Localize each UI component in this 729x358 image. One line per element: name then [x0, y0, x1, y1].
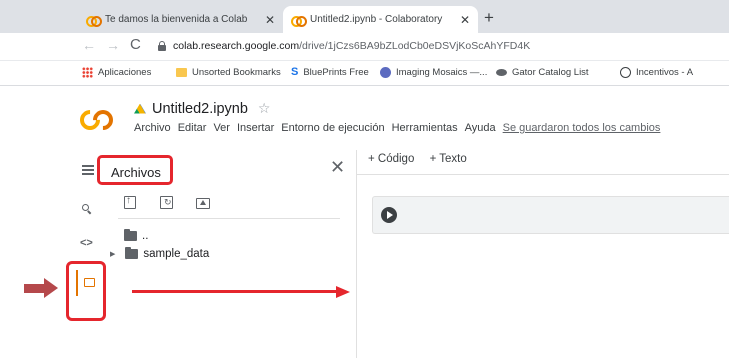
- saved-status-link[interactable]: Se guardaron todos los cambios: [503, 122, 661, 134]
- folder-icon: [176, 68, 187, 77]
- highlight-box-files-title: [97, 155, 173, 185]
- add-cell-toolbar: + Código + Texto: [368, 153, 479, 165]
- menu-ayuda[interactable]: Ayuda: [465, 122, 496, 134]
- table-of-contents-icon[interactable]: [82, 165, 94, 175]
- lock-icon[interactable]: [158, 41, 166, 51]
- tab-title: Te damos la bienvenida a Colab: [105, 14, 248, 25]
- new-tab-button[interactable]: +: [484, 9, 494, 26]
- bookmark-label: Imaging Mosaics —...: [396, 67, 488, 78]
- upload-file-icon[interactable]: [124, 195, 136, 209]
- parent-directory-row[interactable]: ..: [124, 229, 149, 242]
- browser-tab-strip: Te damos la bienvenida a Colab ✕ Untitle…: [0, 0, 729, 33]
- run-cell-button[interactable]: [381, 207, 397, 223]
- colab-favicon-icon: [86, 15, 102, 27]
- tab-close-icon[interactable]: ✕: [265, 13, 275, 27]
- reload-button[interactable]: C: [130, 37, 141, 52]
- blueprints-s-icon: S: [291, 66, 299, 78]
- code-snippets-icon[interactable]: <>: [80, 238, 93, 249]
- direction-arrow-icon: [132, 286, 352, 298]
- bookmark-label: Unsorted Bookmarks: [192, 67, 281, 78]
- add-code-button[interactable]: + Código: [368, 153, 414, 165]
- menu-ver[interactable]: Ver: [213, 122, 230, 134]
- folder-icon: [125, 247, 139, 259]
- add-text-button[interactable]: + Texto: [430, 153, 467, 165]
- star-icon[interactable]: ☆: [258, 100, 271, 117]
- colab-favicon-icon: [291, 15, 307, 27]
- bookmark-mosaics[interactable]: Imaging Mosaics —...: [380, 67, 487, 78]
- pointer-arrow-icon: [24, 278, 58, 298]
- expand-caret-icon[interactable]: ▶: [110, 250, 115, 258]
- menu-insertar[interactable]: Insertar: [237, 122, 274, 134]
- tab-title: Untitled2.ipynb - Colaboratory: [310, 14, 443, 25]
- bookmark-label: Aplicaciones: [98, 67, 152, 78]
- tab-close-icon[interactable]: ✕: [460, 13, 470, 27]
- bookmarks-bar: Aplicaciones Unsorted Bookmarks S BluePr…: [0, 62, 729, 86]
- back-button[interactable]: ←: [82, 38, 96, 52]
- menu-editar[interactable]: Editar: [178, 122, 207, 134]
- bookmark-gator[interactable]: Gator Catalog List: [496, 67, 589, 78]
- globe-icon: [620, 67, 631, 78]
- forward-button[interactable]: →: [106, 38, 120, 52]
- file-tree-item[interactable]: ▶ sample_data: [110, 247, 210, 260]
- apps-grid-icon: [82, 67, 93, 78]
- colab-menu-bar: Archivo Editar Ver Insertar Entorno de e…: [134, 122, 660, 134]
- bookmark-label: Incentivos - A: [636, 67, 694, 78]
- close-panel-icon[interactable]: ✕: [330, 158, 345, 176]
- folder-name: sample_data: [143, 248, 210, 260]
- url-host: colab.research.google.com: [173, 40, 300, 52]
- folder-up-icon: [124, 229, 137, 241]
- bookmark-label: BluePrints Free: [303, 67, 369, 78]
- divider: [357, 174, 729, 175]
- refresh-folder-icon[interactable]: [160, 196, 173, 209]
- google-drive-icon: [134, 103, 146, 114]
- highlight-box-files-button: [66, 261, 106, 321]
- parent-directory-label: ..: [142, 230, 149, 242]
- tab-welcome[interactable]: Te damos la bienvenida a Colab ✕: [78, 6, 283, 33]
- menu-archivo[interactable]: Archivo: [134, 122, 171, 134]
- mount-drive-icon[interactable]: [196, 198, 210, 209]
- tab-untitled2[interactable]: Untitled2.ipynb - Colaboratory ✕: [283, 6, 478, 33]
- panel-divider: [356, 150, 357, 358]
- menu-entorno-de-ejecucion[interactable]: Entorno de ejecución: [281, 122, 384, 134]
- divider: [118, 218, 340, 219]
- notebook-title[interactable]: Untitled2.ipynb: [152, 101, 248, 117]
- bookmark-apps[interactable]: Aplicaciones: [82, 67, 151, 78]
- bookmark-unsorted[interactable]: Unsorted Bookmarks: [176, 67, 281, 78]
- search-icon[interactable]: [82, 204, 92, 214]
- mosaic-icon: [380, 67, 391, 78]
- bookmark-incentivos[interactable]: Incentivos - A: [620, 67, 693, 78]
- notebook-title-area: Untitled2.ipynb ☆: [134, 100, 270, 117]
- bookmark-blueprints[interactable]: S BluePrints Free: [291, 66, 369, 79]
- address-toolbar: ← → C colab.research.google.com/drive/1j…: [0, 33, 729, 61]
- url-bar[interactable]: colab.research.google.com/drive/1jCzs6BA…: [173, 40, 530, 52]
- bookmark-label: Gator Catalog List: [512, 67, 589, 78]
- gator-icon: [496, 69, 507, 76]
- url-path: /drive/1jCzs6BA9bZLodCb0eDSVjKoScAhYFD4K: [299, 40, 531, 52]
- code-cell[interactable]: [372, 196, 729, 234]
- menu-herramientas[interactable]: Herramientas: [392, 122, 458, 134]
- colab-logo[interactable]: [80, 110, 114, 130]
